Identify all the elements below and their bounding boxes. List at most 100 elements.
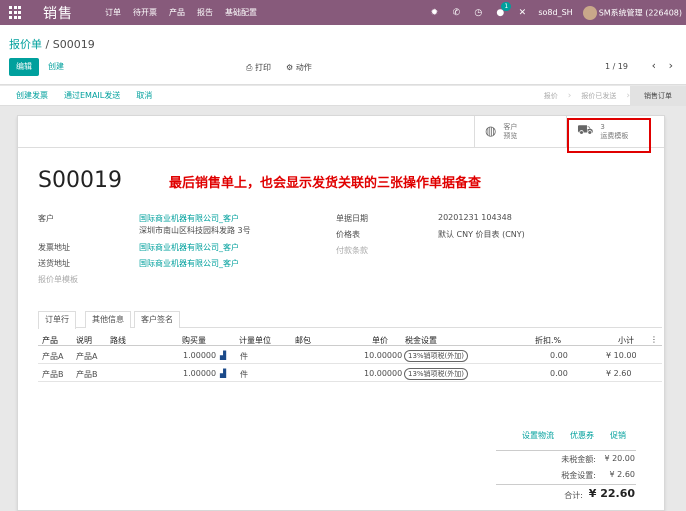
menu-item-configuration[interactable]: 基础配置: [225, 7, 257, 18]
table-row[interactable]: 产品B 产品B 1.00000 ▟ 件 10.00000 13%销项税(外加) …: [38, 366, 662, 382]
action-label: 动作: [295, 63, 312, 72]
delivery-address-link[interactable]: 国际商业机器有限公司_客户: [139, 258, 239, 269]
chevron-left-icon[interactable]: ‹: [652, 59, 656, 72]
row-product: 产品A: [42, 352, 64, 361]
payment-terms-label: 付款条款: [336, 246, 368, 255]
totals-divider: [496, 484, 636, 485]
forecast-chart-icon[interactable]: ▟: [220, 351, 226, 360]
col-unit-price[interactable]: 单价: [372, 335, 388, 346]
chat-count-badge: 1: [501, 1, 512, 11]
edit-button[interactable]: 编辑: [9, 58, 39, 76]
invoice-address-label: 发票地址: [38, 243, 70, 252]
top-navbar: 销售 订单 待开票 产品 报告 基础配置 ✹ ✆ ◷ ● 1 ✕ so8d_SH …: [0, 0, 686, 25]
user-menu[interactable]: SM系统管理 (226408): [582, 5, 682, 20]
phone-icon[interactable]: ✆: [450, 8, 462, 18]
app-title: 销售: [43, 5, 73, 22]
annotation-text: 最后销售单上，也会显示发货关联的三张操作单据备查: [169, 176, 482, 191]
quote-template-label: 报价单模板: [38, 275, 78, 284]
tax-amount-value: ¥ 2.60: [609, 470, 635, 479]
print-label: 打印: [254, 63, 271, 72]
order-lines-header: 产品 说明 路线 购买量 计量单位 邮包 单价 税金设置 折扣.% 小计 ⋮: [38, 332, 662, 346]
row-product: 产品B: [42, 370, 64, 379]
row-discount: 0.00: [550, 351, 568, 360]
menu-item-orders[interactable]: 订单: [105, 7, 121, 18]
row-description: 产品A: [76, 352, 98, 361]
col-uom[interactable]: 计量单位: [239, 335, 271, 346]
action-button[interactable]: ⚙ 动作: [286, 62, 312, 73]
customer-address: 深圳市南山区科技园科发路 3号: [139, 226, 251, 235]
send-email-button[interactable]: 通过EMAIL发送: [64, 90, 120, 101]
row-uom: 件: [240, 352, 248, 361]
table-row[interactable]: 产品A 产品A 1.00000 ▟ 件 10.00000 13%销项税(外加) …: [38, 348, 662, 364]
print-button[interactable]: ⎙ 打印: [246, 62, 271, 73]
globe-icon: ◍: [485, 124, 497, 139]
row-unit-price: 10.00000: [364, 369, 403, 378]
row-uom: 件: [240, 370, 248, 379]
col-package[interactable]: 邮包: [295, 335, 311, 346]
stage-sales-order: 销售订单: [630, 86, 686, 106]
menu-item-to-invoice[interactable]: 待开票: [133, 7, 157, 18]
invoice-address-link[interactable]: 国际商业机器有限公司_客户: [139, 242, 239, 253]
tools-icon[interactable]: ✕: [516, 8, 528, 18]
col-description[interactable]: 说明: [76, 335, 92, 346]
row-quantity: 1.00000: [183, 369, 217, 378]
stage-indicator: 报价 › 报价已发送 › 销售订单: [534, 86, 686, 106]
menu-item-reports[interactable]: 报告: [197, 7, 213, 18]
pricelist-label: 价格表: [336, 230, 360, 239]
bug-icon[interactable]: ✹: [428, 8, 440, 18]
preview-line2: 预览: [503, 131, 518, 140]
tab-order-lines[interactable]: 订单行: [38, 311, 76, 329]
main-menu: 订单 待开票 产品 报告 基础配置: [105, 7, 257, 18]
tab-other-info[interactable]: 其他信息: [85, 311, 131, 328]
control-panel: 报价单 / S00019 编辑 创建 ⎙ 打印 ⚙ 动作 1 / 19 ‹ ›: [0, 25, 686, 85]
delivery-address-label: 送货地址: [38, 259, 70, 268]
gear-icon: ⚙: [286, 63, 294, 72]
clock-icon[interactable]: ◷: [472, 8, 484, 18]
coupon-button[interactable]: 优惠券: [570, 430, 594, 441]
create-invoice-button[interactable]: 创建发票: [16, 90, 48, 101]
stage-quotation-sent: 报价已发送: [581, 92, 617, 100]
breadcrumb-separator: /: [45, 38, 50, 51]
forecast-chart-icon[interactable]: ▟: [220, 369, 226, 378]
column-options-icon[interactable]: ⋮: [650, 335, 658, 344]
breadcrumb-parent[interactable]: 报价单: [9, 38, 42, 51]
row-subtotal: ¥ 2.60: [606, 369, 632, 378]
col-taxes[interactable]: 税金设置: [405, 335, 437, 346]
customer-label: 客户: [38, 214, 54, 223]
customer-link[interactable]: 国际商业机器有限公司_客户: [139, 213, 239, 224]
stage-quotation: 报价: [543, 92, 558, 100]
row-quantity: 1.00000: [183, 351, 217, 360]
pager-value[interactable]: 1 / 19: [605, 62, 628, 71]
tab-customer-signature[interactable]: 客户签名: [134, 311, 180, 328]
promotion-button[interactable]: 促销: [610, 430, 626, 441]
col-product[interactable]: 产品: [42, 335, 58, 346]
col-discount[interactable]: 折扣.%: [535, 335, 561, 346]
customer-preview-button[interactable]: ◍ 客户 预览: [474, 116, 566, 147]
row-tax-tag: 13%销项税(外加): [404, 350, 469, 362]
cancel-button[interactable]: 取消: [136, 90, 152, 101]
systray: ✹ ✆ ◷ ● 1 ✕ so8d_SH SM系统管理 (226408): [428, 0, 682, 25]
totals-divider: [496, 450, 636, 451]
menu-item-products[interactable]: 产品: [169, 7, 185, 18]
untaxed-amount-value: ¥ 20.00: [604, 454, 635, 463]
annotation-highlight-box: [567, 118, 651, 153]
row-subtotal: ¥ 10.00: [606, 351, 637, 360]
preview-line1: 客户: [503, 122, 518, 131]
col-subtotal[interactable]: 小计: [618, 335, 634, 346]
document-number: S00019: [38, 168, 122, 193]
avatar: [582, 5, 597, 20]
user-name: SM系统管理 (226408): [598, 8, 682, 17]
breadcrumb-current: S00019: [52, 38, 95, 51]
col-route[interactable]: 路线: [110, 335, 126, 346]
col-quantity[interactable]: 购买量: [182, 335, 206, 346]
notebook-tabs: 订单行 其他信息 客户签名: [38, 311, 662, 329]
chevron-right-icon[interactable]: ›: [669, 59, 673, 72]
print-icon: ⎙: [246, 63, 253, 72]
create-button[interactable]: 创建: [48, 58, 64, 76]
breadcrumb: 报价单 / S00019: [9, 36, 95, 52]
order-date-value: 20201231 104348: [438, 213, 512, 222]
shipping-button[interactable]: 设置物流: [522, 430, 554, 441]
apps-menu-icon[interactable]: [9, 5, 23, 20]
company-switcher[interactable]: so8d_SH: [538, 8, 572, 17]
chat-icon[interactable]: ● 1: [494, 1, 512, 18]
